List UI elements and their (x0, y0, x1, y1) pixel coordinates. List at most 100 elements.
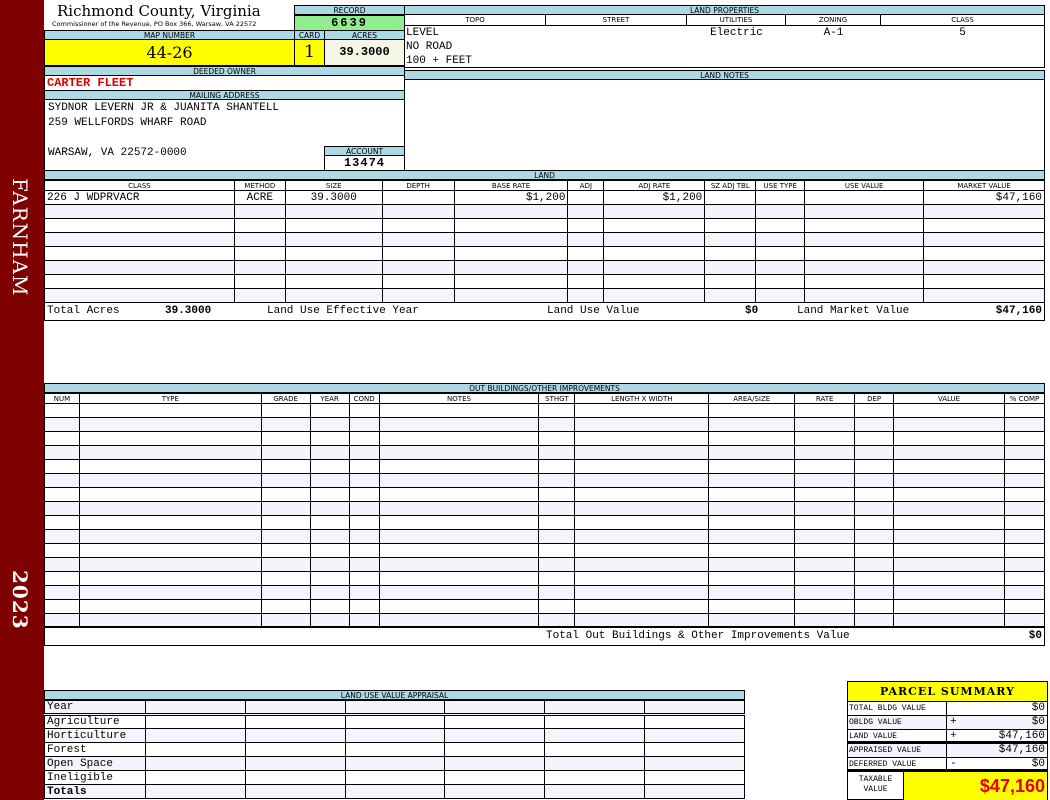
table-cell (233, 260, 286, 275)
land-use-cell (244, 742, 346, 757)
table-cell (923, 204, 1045, 219)
table-cell (44, 571, 80, 586)
table-cell (574, 501, 710, 516)
summary-row: TOTAL BLDG VALUE $0 (848, 702, 1047, 716)
land-properties-box: TOPO STREET UTILITIES ZONING CLASS LEVEL… (404, 14, 1045, 68)
table-cell (574, 529, 710, 544)
table-cell (804, 260, 925, 275)
table-cell (378, 501, 540, 516)
table-cell (755, 218, 806, 233)
column-header: SZ ADJ TBL (704, 180, 757, 191)
table-cell (309, 473, 350, 488)
table-cell (44, 557, 80, 572)
table-cell (574, 445, 710, 460)
table-cell (44, 288, 235, 303)
table-cell (893, 571, 1005, 586)
column-header: AREA/SIZE (708, 393, 796, 404)
table-cell (284, 274, 383, 289)
column-header: % COMP (1003, 393, 1046, 404)
summary-operator: - (950, 758, 957, 770)
summary-row: OBLDG VALUE + $0 (848, 716, 1047, 730)
table-cell (603, 260, 706, 275)
table-row (44, 417, 1046, 432)
table-cell (78, 431, 262, 446)
land-use-cell (644, 742, 745, 757)
table-cell (794, 403, 856, 418)
table-cell (78, 585, 262, 600)
table-cell (378, 599, 540, 614)
table-cell (893, 473, 1005, 488)
table-cell (378, 487, 540, 502)
table-cell (378, 515, 540, 530)
table-cell (708, 543, 796, 558)
land-use-cell (144, 714, 246, 729)
table-cell (923, 288, 1045, 303)
table-cell (233, 274, 286, 289)
table-cell (378, 557, 540, 572)
table-row (44, 403, 1046, 418)
table-cell (453, 274, 569, 289)
table-cell (708, 473, 796, 488)
table-cell (574, 459, 710, 474)
land-use-cell (344, 784, 446, 799)
table-cell (854, 585, 895, 600)
total-acres: 39.3000 (165, 305, 212, 317)
table-cell (567, 260, 605, 275)
table-cell (348, 403, 380, 418)
table-cell (854, 543, 895, 558)
table-cell (381, 190, 455, 205)
table-cell (708, 417, 796, 432)
table-cell (794, 557, 856, 572)
table-cell (453, 204, 569, 219)
table-cell (804, 204, 925, 219)
table-cell (794, 529, 856, 544)
table-cell (923, 260, 1045, 275)
table-cell (923, 218, 1045, 233)
table-cell (893, 501, 1005, 516)
land-use-row: Horticulture (44, 728, 745, 743)
land-use-cell (444, 728, 546, 743)
land-use-cell (544, 742, 646, 757)
summary-operator: + (950, 730, 957, 742)
column-header: TYPE (78, 393, 262, 404)
table-cell (348, 585, 380, 600)
table-row (44, 459, 1046, 474)
table-cell (453, 288, 569, 303)
mailing-line-1: SYDNOR LEVERN JR & JUANITA SHANTELL (48, 102, 280, 114)
table-cell (348, 487, 380, 502)
table-cell (284, 232, 383, 247)
year-label: 2023 (8, 570, 32, 630)
taxable-row: TAXABLE VALUE $47,160 (848, 772, 1047, 800)
table-cell (309, 529, 350, 544)
table-cell (309, 445, 350, 460)
table-cell (348, 571, 380, 586)
land-use-eff-year-label: Land Use Effective Year (267, 305, 419, 317)
land-use-cell (144, 756, 246, 771)
table-cell (538, 459, 576, 474)
table-cell (804, 288, 925, 303)
table-cell (538, 445, 576, 460)
land-use-cell (544, 784, 646, 799)
table-cell (704, 190, 757, 205)
table-cell (794, 585, 856, 600)
table-cell (44, 204, 235, 219)
table-cell (893, 417, 1005, 432)
table-cell (538, 431, 576, 446)
land-use-cell (544, 756, 646, 771)
table-cell (78, 501, 262, 516)
table-cell (378, 571, 540, 586)
table-cell (794, 501, 856, 516)
table-cell (233, 288, 286, 303)
table-row (44, 431, 1046, 446)
table-row (44, 274, 1045, 289)
land-use-cell (244, 714, 346, 729)
table-cell (708, 501, 796, 516)
summary-value: $0 (1031, 702, 1045, 714)
land-notes-box (404, 79, 1045, 171)
table-cell (854, 557, 895, 572)
table-cell (893, 529, 1005, 544)
table-cell (574, 473, 710, 488)
land-use-cell (644, 770, 745, 785)
table-cell (1003, 543, 1046, 558)
table-cell (804, 274, 925, 289)
